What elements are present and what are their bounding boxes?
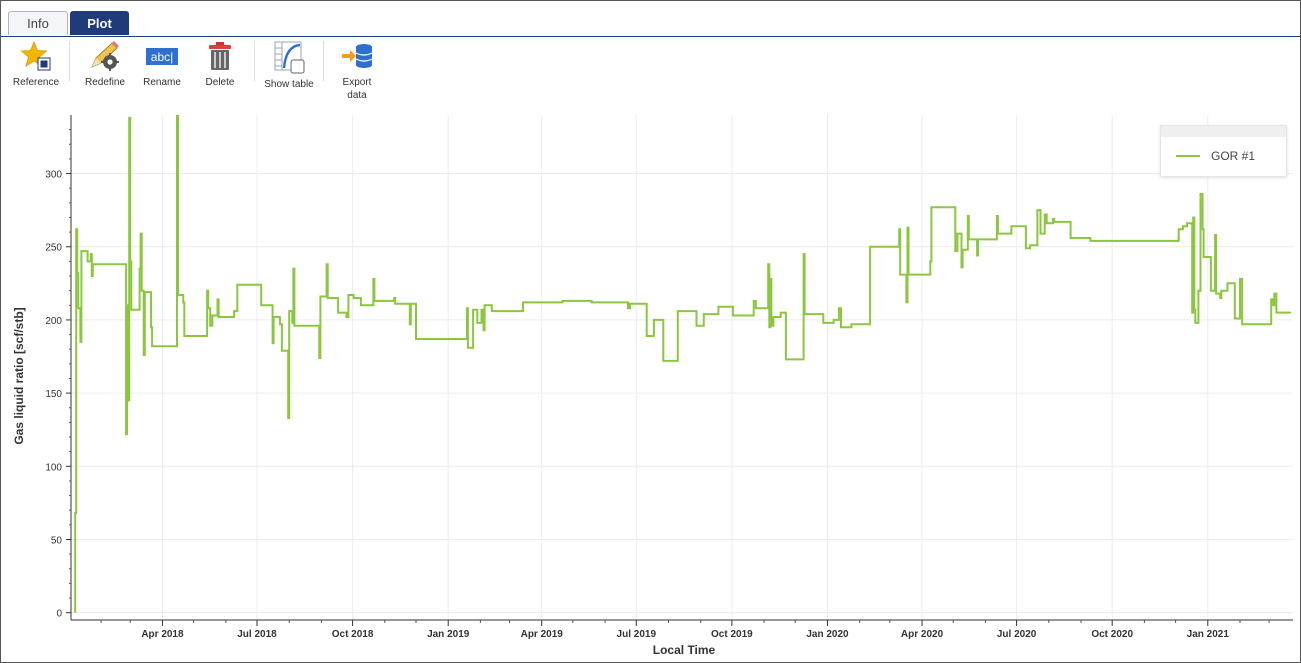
toolbar-separator [69,41,70,81]
export-database-icon [342,44,373,68]
tab-bar: Info Plot [1,11,1300,37]
show-table-label: Show table [264,79,314,90]
table-curve-icon [274,41,305,74]
chart-legend[interactable]: GOR #1 [1160,125,1287,177]
y-tick-label: 200 [45,316,62,327]
legend-swatch-gor-1 [1176,155,1200,157]
tab-info[interactable]: Info [8,11,68,35]
x-tick-label: Jan 2020 [806,629,849,640]
x-tick-label: Apr 2020 [901,629,944,640]
y-tick-label: 250 [45,243,62,254]
rename-icon-text: abc| [151,50,173,64]
y-tick-label: 100 [45,462,62,473]
x-tick-label: Jan 2021 [1187,629,1230,640]
rename-label: Rename [143,77,181,88]
tab-plot[interactable]: Plot [70,11,129,35]
export-data-button[interactable]: Export data [333,40,381,104]
export-data-label: Export data [342,77,372,101]
delete-label: Delete [205,77,235,88]
rename-abc-icon: abc| [146,48,178,65]
x-tick-label: Apr 2018 [141,629,184,640]
y-tick-label: 50 [51,535,63,546]
series-line-gor-1 [74,115,1291,613]
pencil-gear-icon [91,41,119,71]
star-icon [20,40,51,71]
rename-button[interactable]: abc| Rename [138,40,186,104]
gor-chart[interactable]: 0 50 100 150 200 250 300 Apr 2018 Jul 2018 Oct 2… [1,107,1300,662]
reference-button[interactable]: Reference [9,40,63,104]
x-tick-label: Oct 2019 [711,629,753,640]
delete-button[interactable]: Delete [197,40,243,104]
reference-label: Reference [12,77,60,88]
toolbar-separator [254,41,255,81]
redefine-label: Redefine [84,77,126,88]
legend-label-gor-1: GOR #1 [1211,149,1256,163]
show-table-button[interactable]: Show table [263,40,315,104]
toolbar-separator [323,41,324,81]
x-tick-label: Oct 2020 [1091,629,1133,640]
y-tick-label: 150 [45,389,62,400]
gor-plot-window: Info Plot Reference Redefine abc| Rename… [0,0,1301,663]
y-axis-label: Gas liquid ratio [scf/stb] [12,307,26,444]
y-tick-label: 300 [45,170,62,181]
x-tick-label: Jan 2019 [427,629,470,640]
x-tick-label: Jul 2019 [617,629,657,640]
trash-icon [209,42,231,70]
x-axis: Apr 2018 Jul 2018 Oct 2018 Jan 2019 Apr 2019… [71,619,1293,640]
y-tick-label: 0 [56,609,62,620]
plot-toolbar: Reference Redefine abc| Rename Delete Sh… [1,37,1300,107]
legend-header [1161,126,1286,137]
x-tick-label: Jul 2018 [237,629,277,640]
redefine-button[interactable]: Redefine [81,40,129,104]
y-axis: 0 50 100 150 200 250 300 [45,115,72,620]
chart-grid [71,115,1293,620]
x-tick-label: Oct 2018 [332,629,374,640]
x-axis-label: Local Time [653,643,716,657]
x-tick-label: Jul 2020 [997,629,1037,640]
x-tick-label: Apr 2019 [521,629,564,640]
